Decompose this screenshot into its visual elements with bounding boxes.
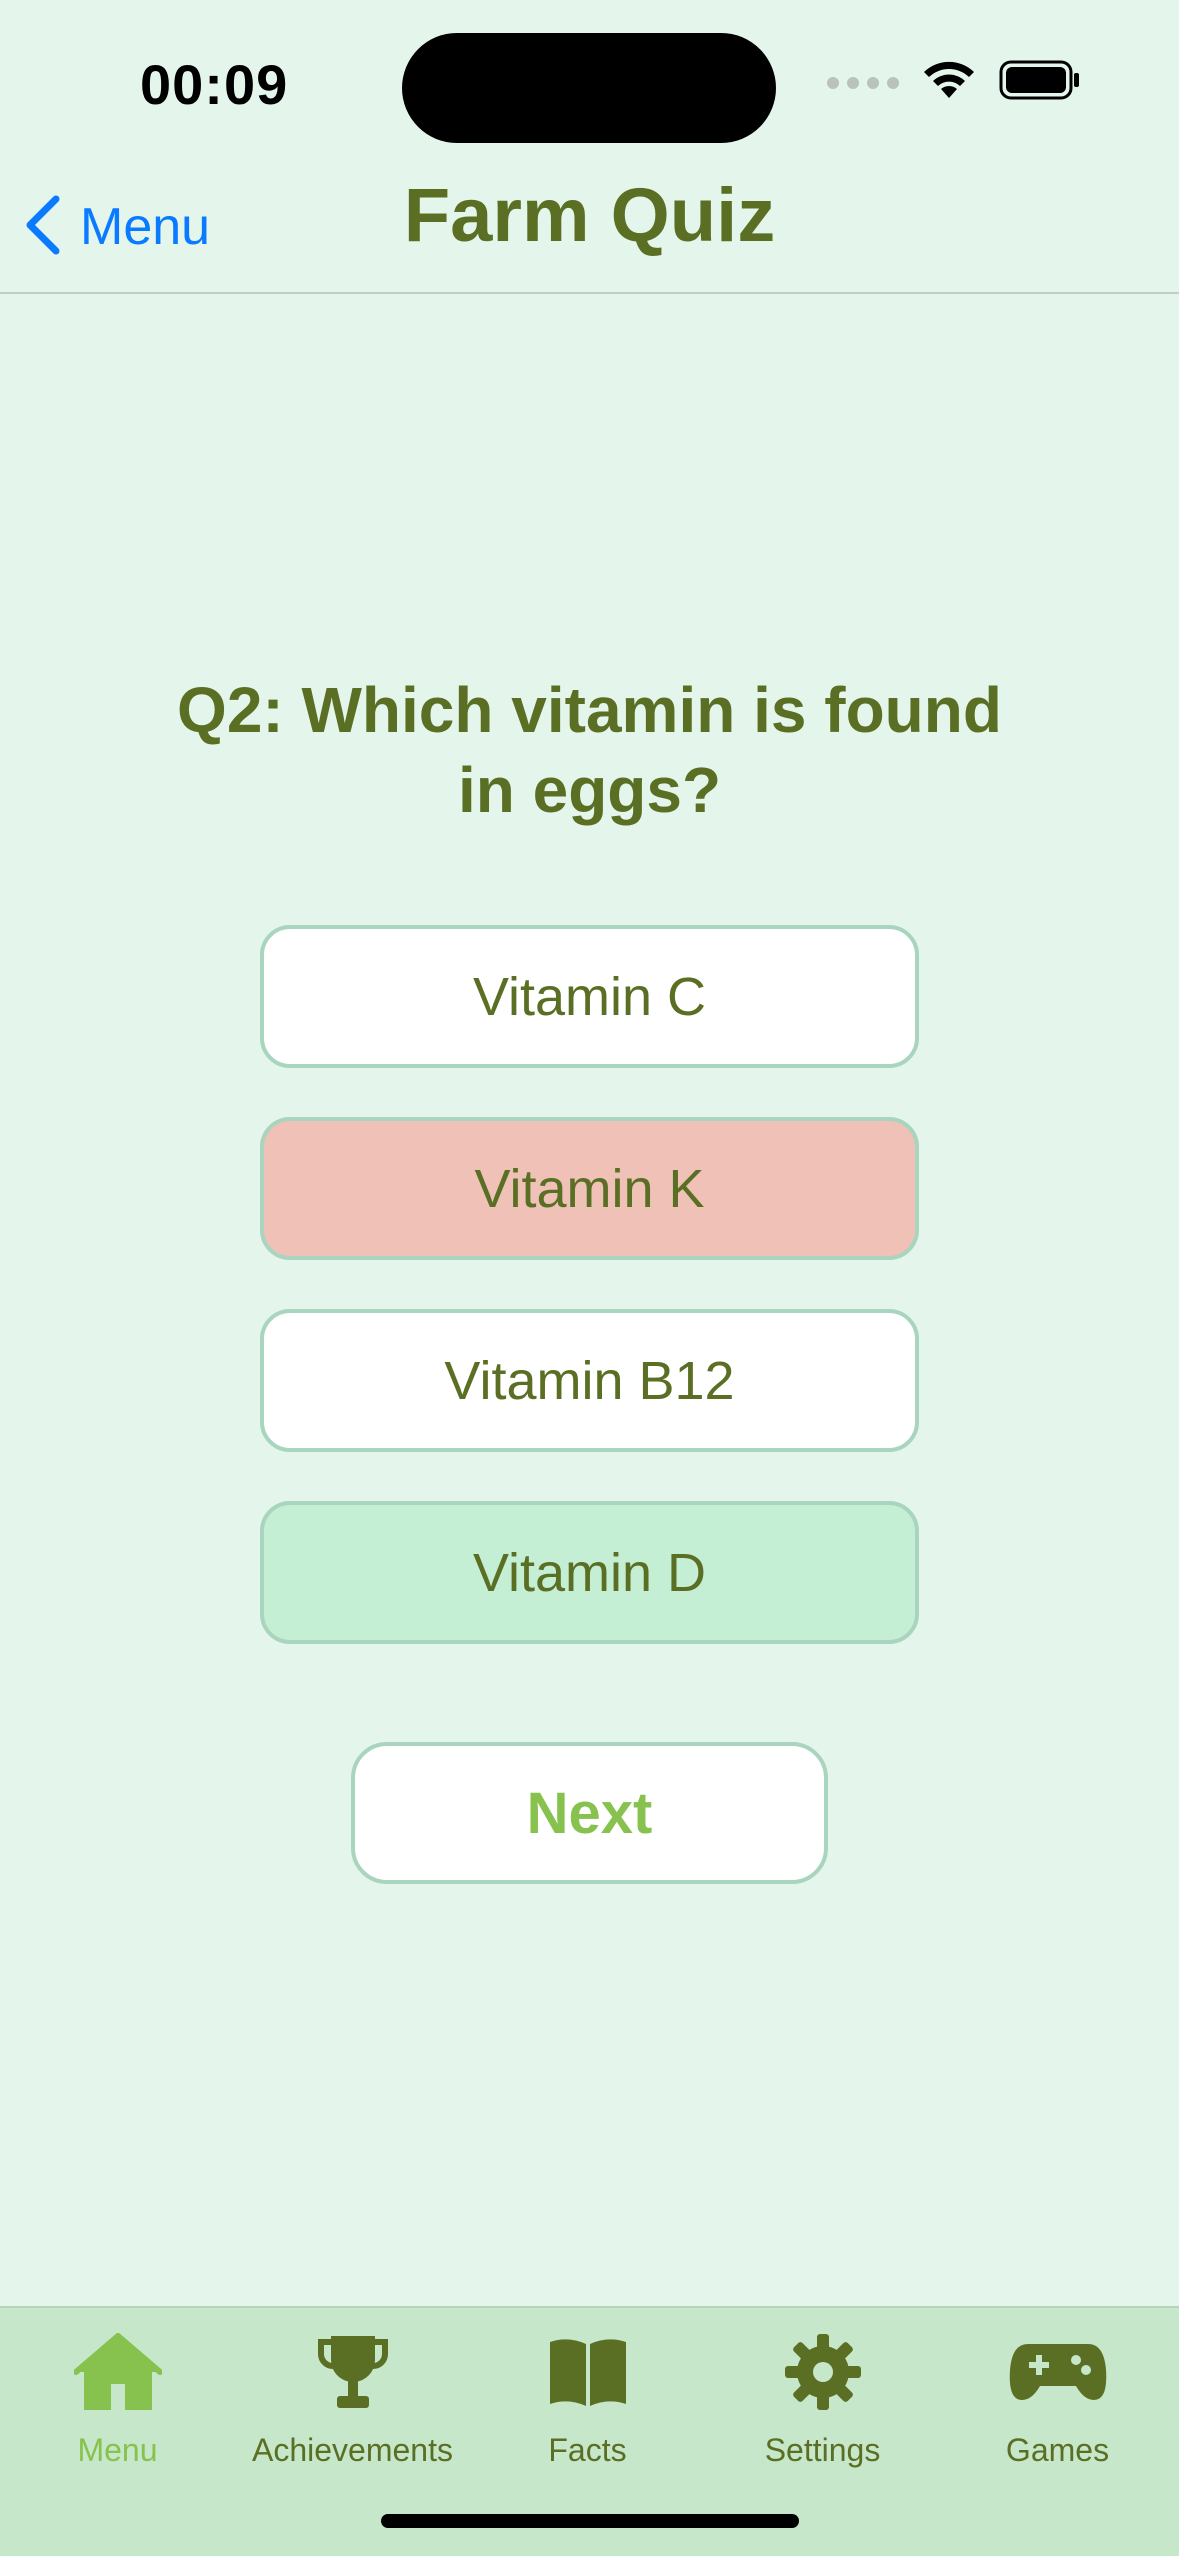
gear-icon <box>783 2326 863 2418</box>
tab-settings[interactable]: Settings <box>705 2326 940 2469</box>
tab-achievements[interactable]: Achievements <box>235 2326 470 2469</box>
home-indicator[interactable] <box>381 2514 799 2528</box>
next-button[interactable]: Next <box>351 1742 828 1884</box>
dynamic-island <box>402 33 776 143</box>
gamecontroller-icon <box>1008 2326 1108 2418</box>
answer-option-4[interactable]: Vitamin D <box>260 1501 919 1644</box>
answer-list: Vitamin C Vitamin K Vitamin B12 Vitamin … <box>260 925 919 1693</box>
page-title: Farm Quiz <box>403 173 776 258</box>
nav-divider <box>0 292 1179 294</box>
tab-label: Facts <box>548 2432 627 2468</box>
answer-option-3[interactable]: Vitamin B12 <box>260 1309 919 1452</box>
battery-icon <box>999 60 1081 105</box>
tab-label: Menu <box>77 2432 158 2468</box>
tab-label: Settings <box>764 2432 881 2468</box>
answer-option-2[interactable]: Vitamin K <box>260 1117 919 1260</box>
status-time: 00:09 <box>140 53 289 116</box>
cellular-signal-icon <box>827 76 899 89</box>
quiz-question: Q2: Which vitamin is found in eggs? <box>177 674 1002 826</box>
status-icons <box>827 60 1081 105</box>
tab-facts[interactable]: Facts <box>470 2326 705 2469</box>
tab-label: Achievements <box>252 2432 453 2468</box>
tab-menu[interactable]: Menu <box>0 2326 235 2469</box>
house-icon <box>73 2326 162 2418</box>
tab-games[interactable]: Games <box>940 2326 1175 2469</box>
answer-option-1[interactable]: Vitamin C <box>260 925 919 1068</box>
tab-label: Games <box>1005 2432 1110 2468</box>
wifi-icon <box>921 60 977 105</box>
trophy-icon <box>317 2326 389 2418</box>
book-icon <box>546 2326 630 2418</box>
